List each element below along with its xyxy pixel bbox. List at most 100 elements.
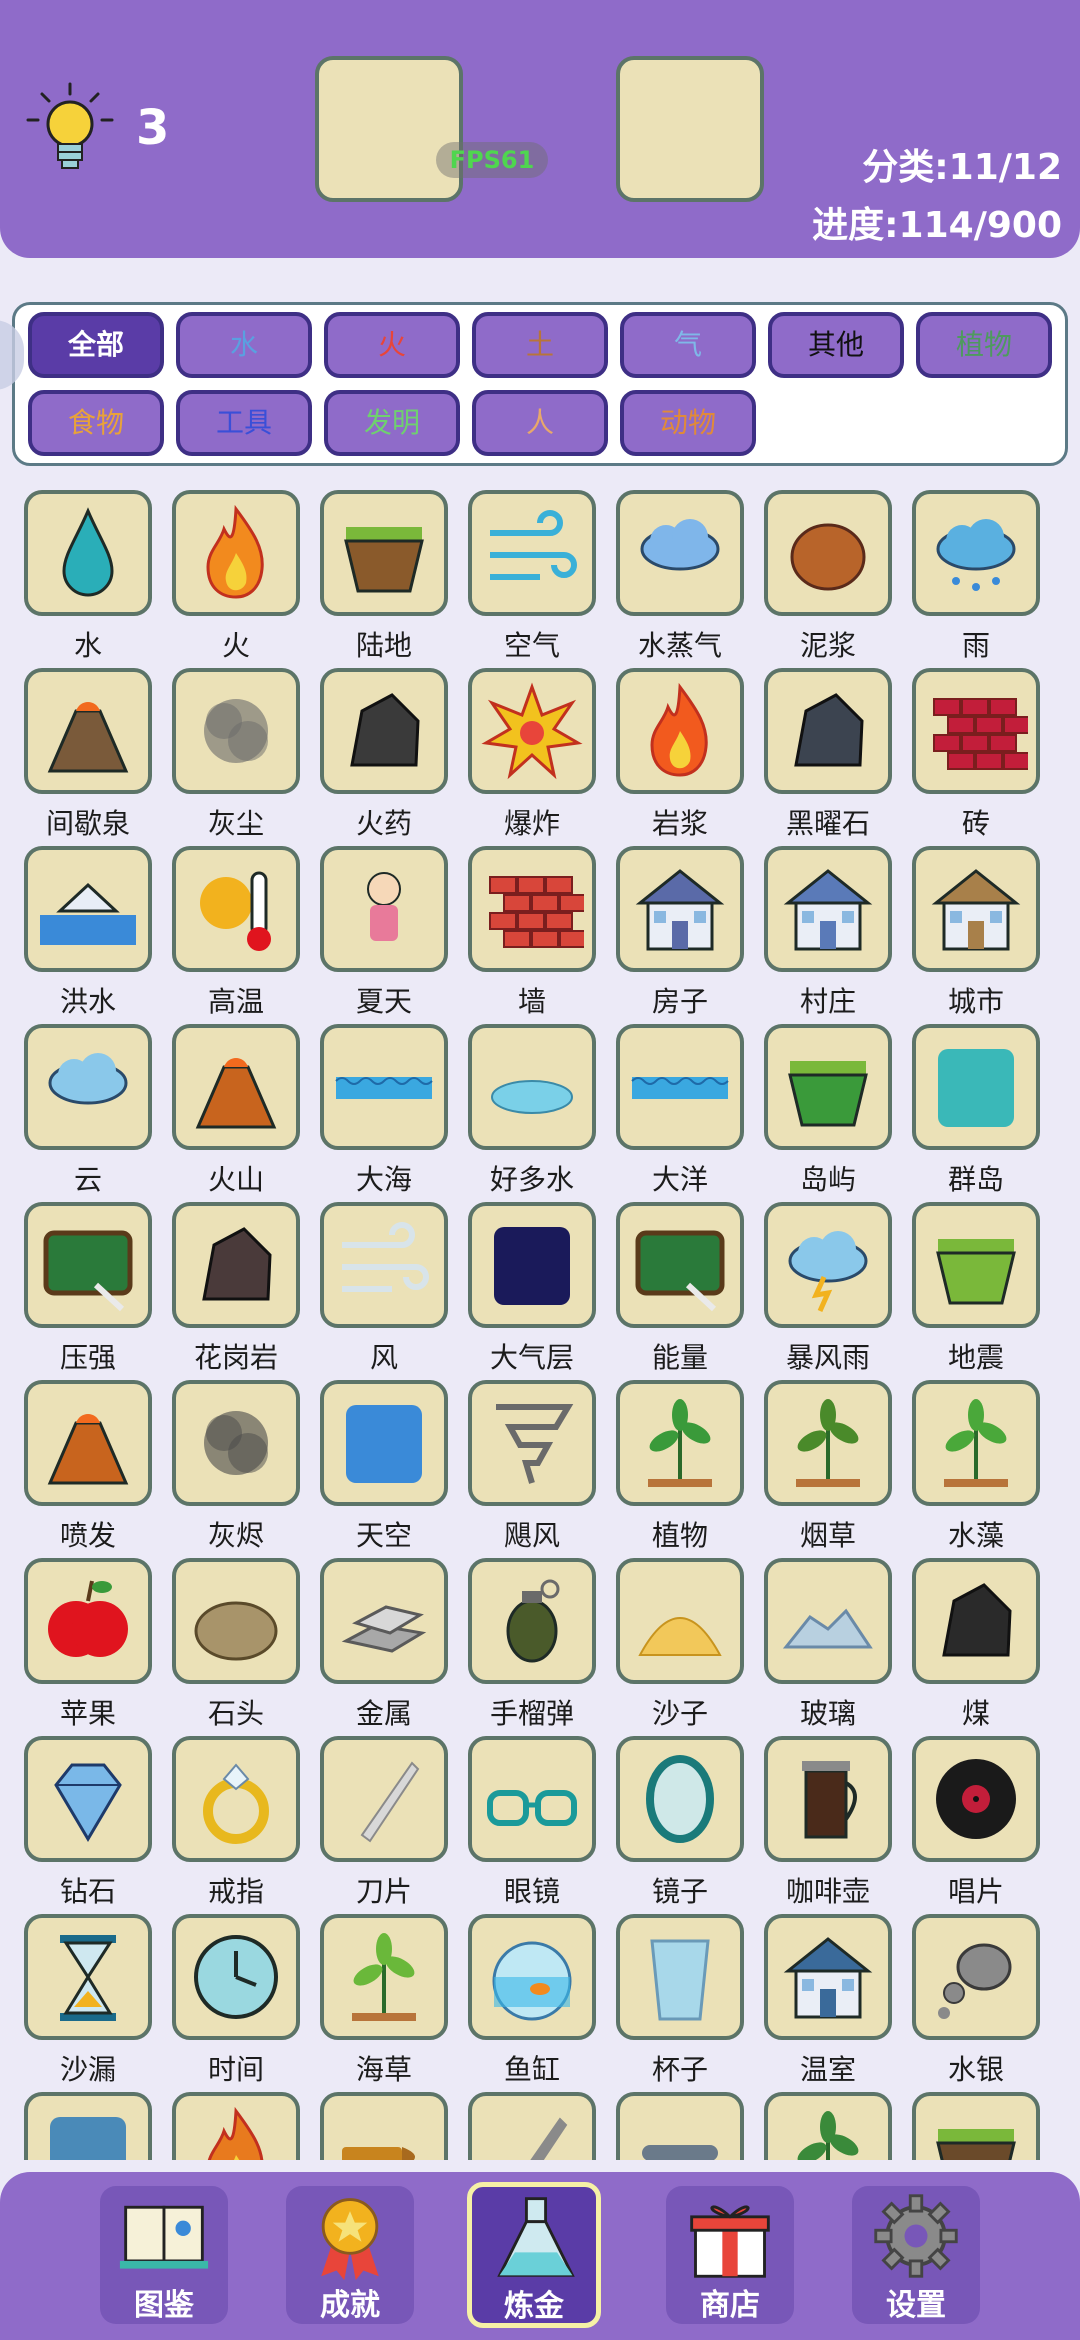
element-tile[interactable] [616, 668, 744, 794]
filter-chip-4[interactable]: 气 [620, 312, 756, 378]
element-tile[interactable] [912, 490, 1040, 616]
element-tile[interactable] [24, 1024, 152, 1150]
element-tile[interactable] [24, 1736, 152, 1862]
element-tile[interactable] [172, 1202, 300, 1328]
element-item[interactable]: 砖 [912, 668, 1040, 840]
element-item[interactable]: 苹果 [24, 1558, 152, 1730]
element-tile[interactable] [24, 1914, 152, 2040]
element-item[interactable]: 咖啡壶 [764, 1736, 892, 1908]
element-tile[interactable] [912, 1736, 1040, 1862]
nav-book-button[interactable]: 图鉴 [100, 2186, 228, 2324]
element-item[interactable]: 地震 [912, 1202, 1040, 1374]
element-tile[interactable] [468, 1558, 596, 1684]
element-item[interactable] [172, 2092, 300, 2160]
element-item[interactable]: 大海 [320, 1024, 448, 1196]
nav-gift-button[interactable]: 商店 [666, 2186, 794, 2324]
filter-chip-7[interactable]: 食物 [28, 390, 164, 456]
element-item[interactable]: 沙子 [616, 1558, 744, 1730]
element-tile[interactable] [320, 490, 448, 616]
element-item[interactable]: 夏天 [320, 846, 448, 1018]
element-tile[interactable] [764, 490, 892, 616]
element-item[interactable]: 水 [24, 490, 152, 662]
filter-chip-0[interactable]: 全部 [28, 312, 164, 378]
element-tile[interactable] [320, 1914, 448, 2040]
element-tile[interactable] [912, 668, 1040, 794]
element-item[interactable]: 戒指 [172, 1736, 300, 1908]
element-tile[interactable] [24, 846, 152, 972]
element-item[interactable]: 村庄 [764, 846, 892, 1018]
element-tile[interactable] [172, 2092, 300, 2160]
element-tile[interactable] [24, 1380, 152, 1506]
element-item[interactable]: 烟草 [764, 1380, 892, 1552]
element-tile[interactable] [320, 668, 448, 794]
element-tile[interactable] [764, 1558, 892, 1684]
element-tile[interactable] [764, 1024, 892, 1150]
element-tile[interactable] [912, 2092, 1040, 2160]
element-item[interactable]: 压强 [24, 1202, 152, 1374]
element-tile[interactable] [172, 1024, 300, 1150]
element-item[interactable]: 大洋 [616, 1024, 744, 1196]
element-item[interactable]: 灰烬 [172, 1380, 300, 1552]
element-item[interactable]: 雨 [912, 490, 1040, 662]
element-tile[interactable] [24, 2092, 152, 2160]
element-tile[interactable] [616, 1380, 744, 1506]
element-item[interactable]: 高温 [172, 846, 300, 1018]
element-tile[interactable] [320, 1024, 448, 1150]
element-tile[interactable] [616, 1914, 744, 2040]
element-item[interactable]: 墙 [468, 846, 596, 1018]
element-tile[interactable] [172, 1736, 300, 1862]
element-item[interactable]: 云 [24, 1024, 152, 1196]
element-tile[interactable] [172, 490, 300, 616]
element-tile[interactable] [616, 1024, 744, 1150]
element-item[interactable]: 天空 [320, 1380, 448, 1552]
element-tile[interactable] [468, 668, 596, 794]
element-tile[interactable] [468, 2092, 596, 2160]
element-item[interactable]: 灰尘 [172, 668, 300, 840]
element-tile[interactable] [764, 1202, 892, 1328]
element-item[interactable]: 钻石 [24, 1736, 152, 1908]
element-item[interactable]: 好多水 [468, 1024, 596, 1196]
element-item[interactable]: 玻璃 [764, 1558, 892, 1730]
filter-chip-1[interactable]: 水 [176, 312, 312, 378]
nav-flask-button[interactable]: 炼金 [467, 2182, 601, 2328]
element-tile[interactable] [320, 2092, 448, 2160]
element-tile[interactable] [764, 846, 892, 972]
element-tile[interactable] [616, 1558, 744, 1684]
element-item[interactable] [468, 2092, 596, 2160]
element-tile[interactable] [320, 1202, 448, 1328]
combine-slot-left[interactable] [315, 56, 463, 202]
element-item[interactable]: 杯子 [616, 1914, 744, 2086]
element-item[interactable]: 火药 [320, 668, 448, 840]
element-tile[interactable] [468, 1380, 596, 1506]
element-tile[interactable] [912, 846, 1040, 972]
element-item[interactable]: 温室 [764, 1914, 892, 2086]
element-item[interactable]: 空气 [468, 490, 596, 662]
filter-chip-8[interactable]: 工具 [176, 390, 312, 456]
element-item[interactable]: 水银 [912, 1914, 1040, 2086]
element-tile[interactable] [468, 490, 596, 616]
filter-chip-2[interactable]: 火 [324, 312, 460, 378]
element-item[interactable] [320, 2092, 448, 2160]
element-item[interactable]: 鱼缸 [468, 1914, 596, 2086]
element-tile[interactable] [468, 1202, 596, 1328]
lightbulb-icon[interactable] [22, 80, 118, 180]
element-tile[interactable] [616, 490, 744, 616]
element-item[interactable]: 暴风雨 [764, 1202, 892, 1374]
element-tile[interactable] [616, 1736, 744, 1862]
element-item[interactable]: 水藻 [912, 1380, 1040, 1552]
element-item[interactable]: 风 [320, 1202, 448, 1374]
element-item[interactable]: 飓风 [468, 1380, 596, 1552]
element-item[interactable]: 爆炸 [468, 668, 596, 840]
element-item[interactable]: 沙漏 [24, 1914, 152, 2086]
element-item[interactable]: 花岗岩 [172, 1202, 300, 1374]
element-item[interactable]: 手榴弹 [468, 1558, 596, 1730]
filter-chip-6[interactable]: 植物 [916, 312, 1052, 378]
filter-chip-3[interactable]: 土 [472, 312, 608, 378]
element-item[interactable]: 火山 [172, 1024, 300, 1196]
element-tile[interactable] [24, 1202, 152, 1328]
element-item[interactable]: 植物 [616, 1380, 744, 1552]
element-tile[interactable] [24, 668, 152, 794]
element-tile[interactable] [320, 846, 448, 972]
element-item[interactable]: 间歇泉 [24, 668, 152, 840]
element-tile[interactable] [616, 1202, 744, 1328]
